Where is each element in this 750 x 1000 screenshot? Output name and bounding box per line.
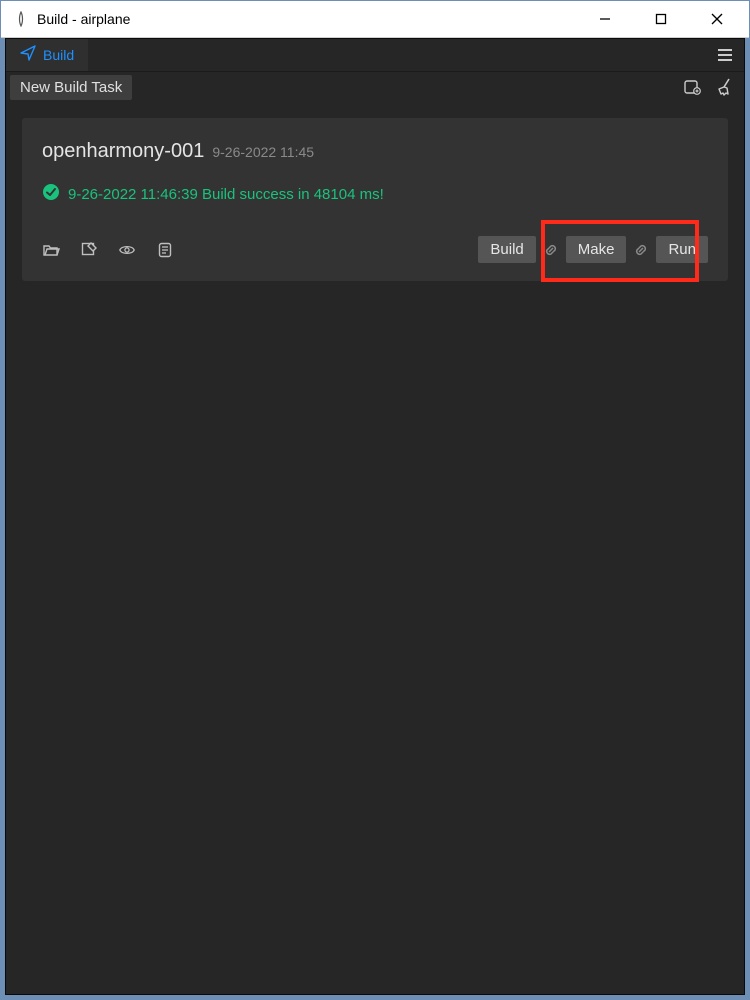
window-controls (577, 1, 745, 37)
window-title: Build - airplane (37, 11, 577, 27)
clean-button[interactable] (712, 73, 740, 101)
close-button[interactable] (689, 1, 745, 37)
hamburger-icon (716, 46, 734, 64)
edit-icon (80, 241, 98, 259)
tab-label: Build (43, 47, 74, 63)
paper-plane-icon (20, 45, 36, 66)
chain-link-icon (633, 242, 649, 258)
maximize-button[interactable] (633, 1, 689, 37)
window-frame: Build - airplane (0, 0, 750, 1000)
folder-open-icon (42, 241, 60, 259)
hamburger-menu-button[interactable] (706, 39, 744, 71)
presets-button[interactable] (678, 73, 706, 101)
status-text: 9-26-2022 11:46:39 Build success in 4810… (68, 186, 384, 203)
toolbar: New Build Task (6, 72, 744, 102)
actions-row: Build Make (42, 236, 708, 263)
new-build-task-button[interactable]: New Build Task (10, 75, 132, 100)
success-check-icon (42, 183, 60, 206)
app-inner: Build New Build Task (5, 38, 745, 995)
calendar-plus-icon (683, 78, 701, 96)
broom-icon (716, 77, 736, 97)
minimize-button[interactable] (577, 1, 633, 37)
action-buttons: Build Make (478, 236, 708, 263)
task-timestamp: 9-26-2022 11:45 (212, 144, 314, 160)
build-task-card: openharmony-001 9-26-2022 11:45 9-26-202… (22, 118, 728, 281)
titlebar: Build - airplane (1, 1, 749, 38)
document-icon (156, 241, 174, 259)
tab-bar: Build (6, 39, 744, 72)
open-folder-button[interactable] (42, 241, 60, 259)
build-button[interactable]: Build (478, 236, 535, 263)
link-after-build-toggle[interactable] (542, 241, 560, 259)
edit-button[interactable] (80, 241, 98, 259)
log-button[interactable] (156, 241, 174, 259)
task-title: openharmony-001 (42, 140, 204, 163)
tab-build[interactable]: Build (6, 39, 88, 71)
run-button[interactable]: Run (656, 236, 708, 263)
view-button[interactable] (118, 241, 136, 259)
link-after-make-toggle[interactable] (632, 241, 650, 259)
status-row: 9-26-2022 11:46:39 Build success in 4810… (42, 183, 708, 206)
app-icon (11, 9, 31, 29)
card-tool-icons (42, 241, 174, 259)
chain-link-icon (543, 242, 559, 258)
card-header: openharmony-001 9-26-2022 11:45 (42, 140, 708, 163)
content-area: openharmony-001 9-26-2022 11:45 9-26-202… (6, 102, 744, 994)
eye-icon (118, 240, 136, 260)
app-shell: Build New Build Task (1, 38, 749, 999)
make-button[interactable]: Make (566, 236, 627, 263)
